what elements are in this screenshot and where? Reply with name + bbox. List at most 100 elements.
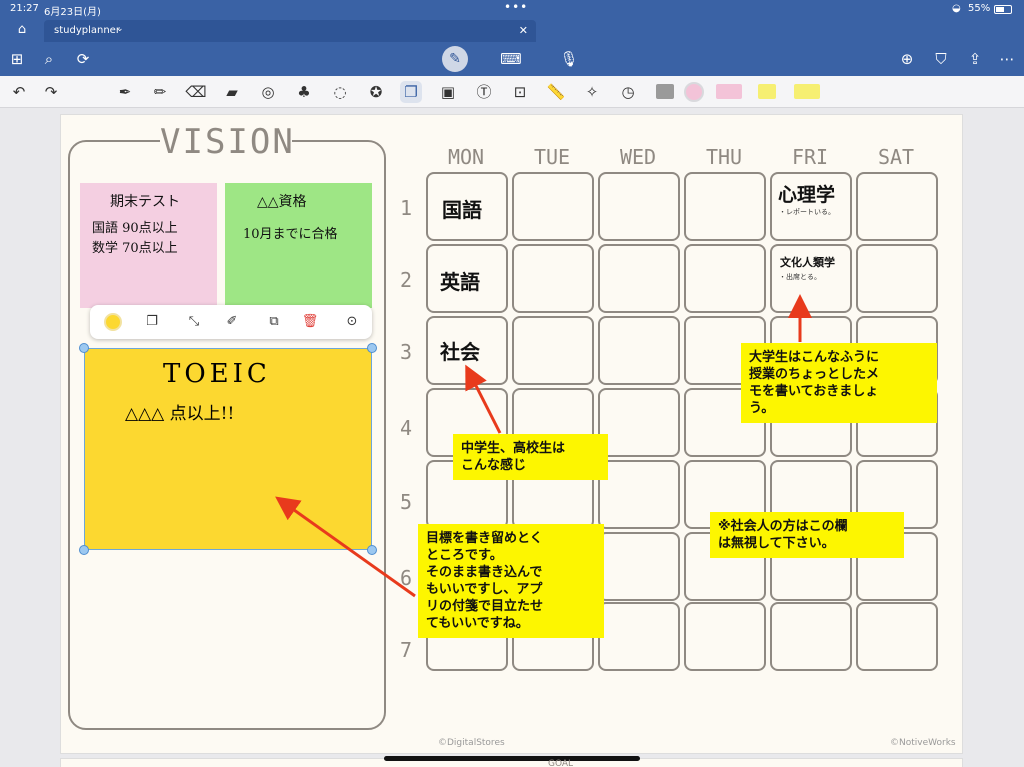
star-icon[interactable]: ✪ <box>365 81 387 103</box>
period-label: 3 <box>399 340 413 364</box>
elements-icon[interactable]: ♣ <box>293 81 315 103</box>
note-line: △△資格 <box>257 194 307 210</box>
status-bar: 21:27 6月23日(月) ••• ◒ 55% <box>0 0 1024 18</box>
search-icon[interactable]: ⌕ <box>38 48 60 70</box>
chevron-down-icon[interactable]: ⌄ <box>116 24 124 34</box>
clock-icon[interactable]: ◷ <box>617 81 639 103</box>
color-dot-icon[interactable] <box>104 313 122 331</box>
undo-icon[interactable]: ↶ <box>8 81 30 103</box>
copyright-left: ©DigitalStores <box>438 738 505 748</box>
swatch-pink[interactable] <box>716 84 742 99</box>
vision-title: VISION <box>160 122 295 162</box>
swatch-gray[interactable] <box>656 84 674 99</box>
shape-icon[interactable]: ◎ <box>257 81 279 103</box>
callout-goals: 目標を書き留めとく ところです。 そのまま書き込んで もいいですし、アプ リの付… <box>418 524 604 638</box>
callout-university: 大学生はこんなふうに 授業のちょっとしたメ モを書いておきましょ う。 <box>741 343 937 423</box>
lasso-icon[interactable]: ⟳ <box>72 48 94 70</box>
callout-line: ところです。 <box>426 548 503 563</box>
callout-line: 目標を書き留めとく <box>426 531 543 546</box>
callout-line: そのまま書き込んで <box>426 565 543 580</box>
cell-wed-3[interactable] <box>598 316 680 385</box>
swatch-pink-selected[interactable] <box>684 82 704 102</box>
resize-handle[interactable] <box>367 545 377 555</box>
callout-middle-high: 中学生、高校生は こんな感じ <box>453 434 608 480</box>
callout-line: もいいですし、アプ <box>426 582 543 597</box>
cell-tue-3[interactable] <box>512 316 594 385</box>
share-icon[interactable]: ⇪ <box>964 48 986 70</box>
cell-sat-1[interactable] <box>856 172 938 241</box>
swatch-yellow[interactable] <box>758 84 776 99</box>
close-tab-icon[interactable]: ✕ <box>519 24 528 37</box>
swatch-yellow-2[interactable] <box>794 84 820 99</box>
callout-line: う。 <box>749 401 775 416</box>
image-icon[interactable]: ▣ <box>437 81 459 103</box>
yellow-sticky-note-selected[interactable]: TOEIC △△△ 点以上!! <box>84 348 372 550</box>
ruler-icon[interactable]: 📏 <box>545 81 567 103</box>
more-icon[interactable]: ⋯ <box>996 48 1018 70</box>
wifi-icon: ◒ <box>952 3 961 14</box>
resize-handle[interactable] <box>79 343 89 353</box>
cell-thu-7[interactable] <box>684 602 766 671</box>
edit-icon[interactable]: ✐ <box>222 312 242 332</box>
green-sticky-note[interactable]: △△資格 10月までに合格 <box>225 183 372 308</box>
callout-line: モを書いておきましょ <box>749 384 879 399</box>
redo-icon[interactable]: ↷ <box>40 81 62 103</box>
cell-wed-6[interactable] <box>598 532 680 601</box>
cell-wed-1[interactable] <box>598 172 680 241</box>
keyboard-icon[interactable]: ⌨ <box>500 48 522 70</box>
eraser-icon[interactable]: ⌫ <box>185 81 207 103</box>
battery-icon <box>994 5 1012 14</box>
lasso-tool-icon[interactable]: ◌ <box>329 81 351 103</box>
bookmark-icon[interactable]: ⛉ <box>930 48 952 70</box>
pen-icon[interactable]: ✒ <box>114 81 136 103</box>
cell-subject-fri-2: 文化人類学 <box>780 256 835 269</box>
sticky-context-menu: ❐ ⤡ ✐ ⧉ 🗑 ⊙ <box>90 305 372 339</box>
tools-bar: ↶ ↷ ✒ ✏ ⌫ ▰ ◎ ♣ ◌ ✪ ❐ ▣ Ⓣ ⊡ 📏 ✧ ◷ <box>0 76 1024 108</box>
add-page-icon[interactable]: ⊕ <box>896 48 918 70</box>
cell-fri-7[interactable] <box>770 602 852 671</box>
pencil-icon[interactable]: ✏ <box>149 81 171 103</box>
tab-studyplanner[interactable]: studyplanner ⌄ ✕ <box>44 20 536 42</box>
cell-wed-2[interactable] <box>598 244 680 313</box>
status-date: 6月23日(月) <box>44 7 101 18</box>
cell-note-fri-1: ・レポートいる。 <box>779 208 835 216</box>
cell-tue-1[interactable] <box>512 172 594 241</box>
battery-percent: 55% <box>968 3 991 14</box>
text-icon[interactable]: Ⓣ <box>473 81 495 103</box>
cell-thu-1[interactable] <box>684 172 766 241</box>
main-toolbar: ⊞ ⌕ ⟳ ✎ ⌨ 🎙 ⊕ ⛉ ⇪ ⋯ <box>0 42 1024 76</box>
grid-icon[interactable]: ⊞ <box>6 48 28 70</box>
status-time: 21:27 <box>10 3 39 14</box>
more-options-icon[interactable]: ⊙ <box>342 312 362 332</box>
cell-thu-2[interactable] <box>684 244 766 313</box>
pen-mode-icon[interactable]: ✎ <box>442 46 468 72</box>
cell-wed-5[interactable] <box>598 460 680 529</box>
note-line: TOEIC <box>163 359 271 389</box>
pink-sticky-note[interactable]: 期末テスト 国語 90点以上 数学 70点以上 <box>80 183 217 308</box>
laser-icon[interactable]: ✧ <box>581 81 603 103</box>
mic-icon[interactable]: 🎙 <box>558 48 580 70</box>
note-line: △△△ 点以上!! <box>125 404 235 424</box>
note-style-icon[interactable]: ❐ <box>142 312 162 332</box>
period-label: 5 <box>399 490 413 514</box>
period-label: 7 <box>399 638 413 662</box>
cell-wed-7[interactable] <box>598 602 680 671</box>
resize-handle[interactable] <box>79 545 89 555</box>
tab-bar: ⌂ studyplanner ⌄ ✕ <box>0 18 1024 42</box>
callout-line: リの付箋で目立たせ <box>426 599 544 614</box>
period-label: 4 <box>399 416 413 440</box>
copy-icon[interactable]: ⧉ <box>264 312 284 332</box>
note-line: 期末テスト <box>110 194 180 210</box>
highlighter-icon[interactable]: ▰ <box>221 81 243 103</box>
multitask-dots-icon[interactable]: ••• <box>504 0 528 14</box>
sticky-note-icon[interactable]: ❐ <box>400 81 422 103</box>
home-icon[interactable]: ⌂ <box>12 22 32 38</box>
delete-icon[interactable]: 🗑 <box>300 312 320 332</box>
collapse-icon[interactable]: ⤡ <box>184 312 204 332</box>
cell-sat-2[interactable] <box>856 244 938 313</box>
cell-tue-2[interactable] <box>512 244 594 313</box>
cell-sat-7[interactable] <box>856 602 938 671</box>
cell-wed-4[interactable] <box>598 388 680 457</box>
scan-icon[interactable]: ⊡ <box>509 81 531 103</box>
resize-handle[interactable] <box>367 343 377 353</box>
